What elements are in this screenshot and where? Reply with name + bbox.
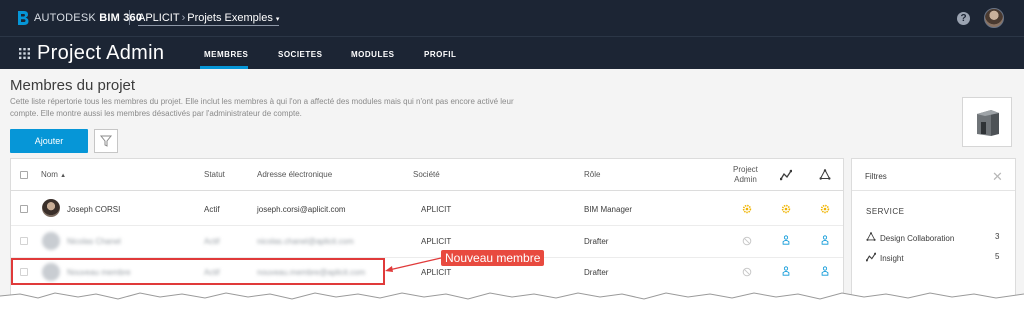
- chevron-down-icon: ▾: [275, 16, 280, 23]
- building-icon: [977, 110, 999, 136]
- app-grid-icon[interactable]: [19, 48, 30, 59]
- page-description: Cette liste répertorie tous les membres …: [10, 97, 514, 118]
- members-table: [10, 158, 844, 308]
- service-count: 3: [995, 232, 1000, 241]
- member-name[interactable]: Joseph CORSI: [67, 205, 120, 214]
- filters-title: Filtres: [865, 172, 887, 181]
- brand-prefix: AUTODESK: [34, 12, 96, 24]
- not-admin-icon: [742, 236, 752, 246]
- brand-product: BIM 360: [99, 12, 143, 24]
- new-member-highlight: [11, 258, 385, 285]
- top-header: AUTODESK BIM 360 APLICIT › Projets Exemple…: [0, 0, 1024, 36]
- tab-modules[interactable]: MODULES: [351, 50, 395, 59]
- tab-profil[interactable]: PROFIL: [424, 50, 456, 59]
- member-role: Drafter: [584, 268, 609, 277]
- torn-edge: [0, 292, 1024, 313]
- select-all-checkbox[interactable]: [20, 171, 28, 179]
- header-divider: [11, 190, 843, 191]
- brand-name: AUTODESK BIM 360: [34, 12, 142, 24]
- member-role: Drafter: [584, 237, 609, 246]
- insight-gear-icon: [781, 204, 791, 214]
- design-collaboration-icon: [866, 231, 876, 241]
- row-divider: [11, 225, 843, 226]
- service-filter-design-collaboration[interactable]: Design Collaboration: [866, 231, 954, 243]
- avatar: [42, 232, 60, 250]
- column-header-company[interactable]: Société: [413, 170, 440, 179]
- not-admin-icon: [742, 267, 752, 277]
- annotation-label: Nouveau membre: [441, 250, 545, 266]
- annotation-arrow-icon: [385, 257, 442, 272]
- filters-divider: [852, 190, 1015, 191]
- admin-gear-icon: [742, 204, 752, 214]
- column-header-email[interactable]: Adresse électronique: [257, 170, 332, 179]
- design-collaboration-icon[interactable]: [819, 169, 831, 181]
- row-checkbox[interactable]: [20, 205, 28, 213]
- service-heading: SERVICE: [866, 207, 905, 216]
- member-status: Actif: [204, 205, 220, 214]
- design-collab-gear-icon: [820, 204, 830, 214]
- project-thumbnail: [962, 97, 1012, 147]
- user-access-icon: [782, 235, 790, 245]
- sort-asc-icon: ▲: [60, 173, 67, 179]
- member-company: APLICIT: [421, 205, 452, 214]
- member-email: nicolas.chanel@aplicit.com: [257, 237, 354, 246]
- filter-icon: [99, 135, 113, 147]
- column-header-name[interactable]: Nom ▲: [41, 170, 66, 179]
- column-header-status[interactable]: Statut: [204, 170, 225, 179]
- insight-icon[interactable]: [780, 169, 792, 181]
- module-navbar: Project Admin MEMBRES SOCIETES MODULES P…: [0, 36, 1024, 70]
- tab-membres[interactable]: MEMBRES: [204, 50, 248, 59]
- user-access-icon: [782, 266, 790, 276]
- user-access-icon: [821, 266, 829, 276]
- tab-societes[interactable]: SOCIETES: [278, 50, 322, 59]
- service-filter-insight[interactable]: Insight: [865, 252, 904, 263]
- member-role: BIM Manager: [584, 205, 633, 214]
- service-count: 5: [995, 252, 1000, 261]
- chevron-right-icon: ›: [181, 12, 186, 24]
- page-title: Membres du projet: [10, 77, 136, 94]
- project-selector[interactable]: APLICIT › Projets Exemples ▾: [138, 12, 280, 26]
- brand-divider: [129, 10, 130, 25]
- filter-button[interactable]: [94, 129, 118, 153]
- insight-icon: [865, 252, 877, 262]
- member-status: Actif: [204, 237, 220, 246]
- app-title: Project Admin: [37, 42, 165, 64]
- add-member-button[interactable]: Ajouter: [10, 129, 88, 153]
- help-icon[interactable]: ?: [957, 12, 970, 25]
- project-name: Projets Exemples: [187, 12, 273, 24]
- column-header-role[interactable]: Rôle: [584, 170, 600, 179]
- member-company: APLICIT: [421, 237, 452, 246]
- row-checkbox[interactable]: [20, 237, 28, 245]
- user-access-icon: [821, 235, 829, 245]
- bim360-logo-icon: [18, 11, 29, 25]
- close-icon[interactable]: ✕: [992, 169, 1003, 185]
- member-email: joseph.corsi@aplicit.com: [257, 205, 346, 214]
- avatar: [42, 199, 60, 217]
- member-name[interactable]: Nicolas Chanel: [67, 237, 121, 246]
- column-header-project-admin[interactable]: Project Admin: [733, 165, 758, 185]
- user-avatar[interactable]: [984, 8, 1004, 28]
- account-name: APLICIT: [138, 12, 180, 24]
